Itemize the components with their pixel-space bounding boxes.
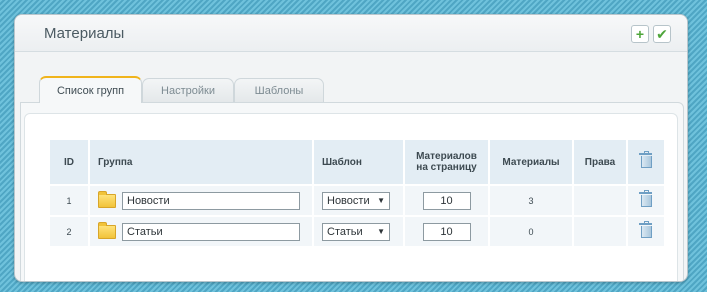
materials-window: Материалы + ✔ Список групп Настройки Шаб… bbox=[14, 14, 688, 282]
rights-cell bbox=[574, 217, 626, 246]
per-page-cell: 10 bbox=[405, 217, 488, 246]
materials-count: 0 bbox=[490, 217, 572, 246]
column-header-template: Шаблон bbox=[314, 140, 403, 184]
group-name-input[interactable]: Статьи bbox=[122, 222, 300, 241]
chevron-down-icon: ▼ bbox=[377, 227, 385, 236]
per-page-input[interactable]: 10 bbox=[422, 222, 471, 241]
table-header-row: ID Группа Шаблон Материалов на страницу … bbox=[50, 140, 664, 184]
row-id: 2 bbox=[50, 217, 88, 246]
groups-table: ID Группа Шаблон Материалов на страницу … bbox=[48, 138, 666, 248]
per-page-cell: 10 bbox=[405, 186, 488, 215]
column-header-id: ID bbox=[50, 140, 88, 184]
row-id: 1 bbox=[50, 186, 88, 215]
column-header-per-page: Материалов на страницу bbox=[405, 140, 488, 184]
delete-cell bbox=[628, 217, 664, 246]
table-row: 2 Статьи Статьи ▼ 10 0 bbox=[50, 217, 664, 246]
trash-icon[interactable] bbox=[638, 189, 652, 207]
apply-button[interactable]: ✔ bbox=[653, 25, 671, 43]
template-cell: Новости ▼ bbox=[314, 186, 403, 215]
column-header-delete bbox=[628, 140, 664, 184]
template-select-value: Новости bbox=[327, 194, 370, 207]
delete-cell bbox=[628, 186, 664, 215]
materials-count: 3 bbox=[490, 186, 572, 215]
tab-group-list[interactable]: Список групп bbox=[39, 76, 142, 103]
tab-label: Список групп bbox=[56, 84, 125, 97]
column-header-materials: Материалы bbox=[490, 140, 572, 184]
folder-icon bbox=[98, 190, 116, 208]
column-header-rights: Права bbox=[574, 140, 626, 184]
panel-content: ID Группа Шаблон Материалов на страницу … bbox=[24, 113, 678, 281]
tab-label: Настройки bbox=[161, 84, 215, 97]
template-cell: Статьи ▼ bbox=[314, 217, 403, 246]
template-select[interactable]: Новости ▼ bbox=[322, 191, 390, 210]
rights-cell bbox=[574, 186, 626, 215]
table-row: 1 Новости Новости ▼ 10 3 bbox=[50, 186, 664, 215]
chevron-down-icon: ▼ bbox=[377, 196, 385, 205]
trash-icon bbox=[638, 151, 652, 168]
folder-icon bbox=[98, 221, 116, 239]
per-page-header-line1: Материалов bbox=[416, 151, 477, 162]
tab-settings[interactable]: Настройки bbox=[142, 78, 234, 102]
per-page-input[interactable]: 10 bbox=[422, 191, 471, 210]
add-button[interactable]: + bbox=[631, 25, 649, 43]
window-title: Материалы bbox=[44, 25, 125, 42]
window-header: Материалы + ✔ bbox=[15, 15, 687, 52]
group-name-input[interactable]: Новости bbox=[122, 191, 300, 210]
group-cell: Новости bbox=[90, 186, 312, 215]
trash-icon[interactable] bbox=[638, 220, 652, 238]
per-page-header-line2: на страницу bbox=[416, 162, 477, 173]
tab-panel: ID Группа Шаблон Материалов на страницу … bbox=[20, 102, 684, 281]
template-select-value: Статьи bbox=[327, 225, 363, 238]
tab-templates[interactable]: Шаблоны bbox=[234, 78, 324, 102]
template-select[interactable]: Статьи ▼ bbox=[322, 222, 390, 241]
plus-icon: + bbox=[635, 26, 645, 42]
group-cell: Статьи bbox=[90, 217, 312, 246]
column-header-group: Группа bbox=[90, 140, 312, 184]
tab-label: Шаблоны bbox=[254, 84, 304, 97]
check-icon: ✔ bbox=[656, 26, 668, 42]
